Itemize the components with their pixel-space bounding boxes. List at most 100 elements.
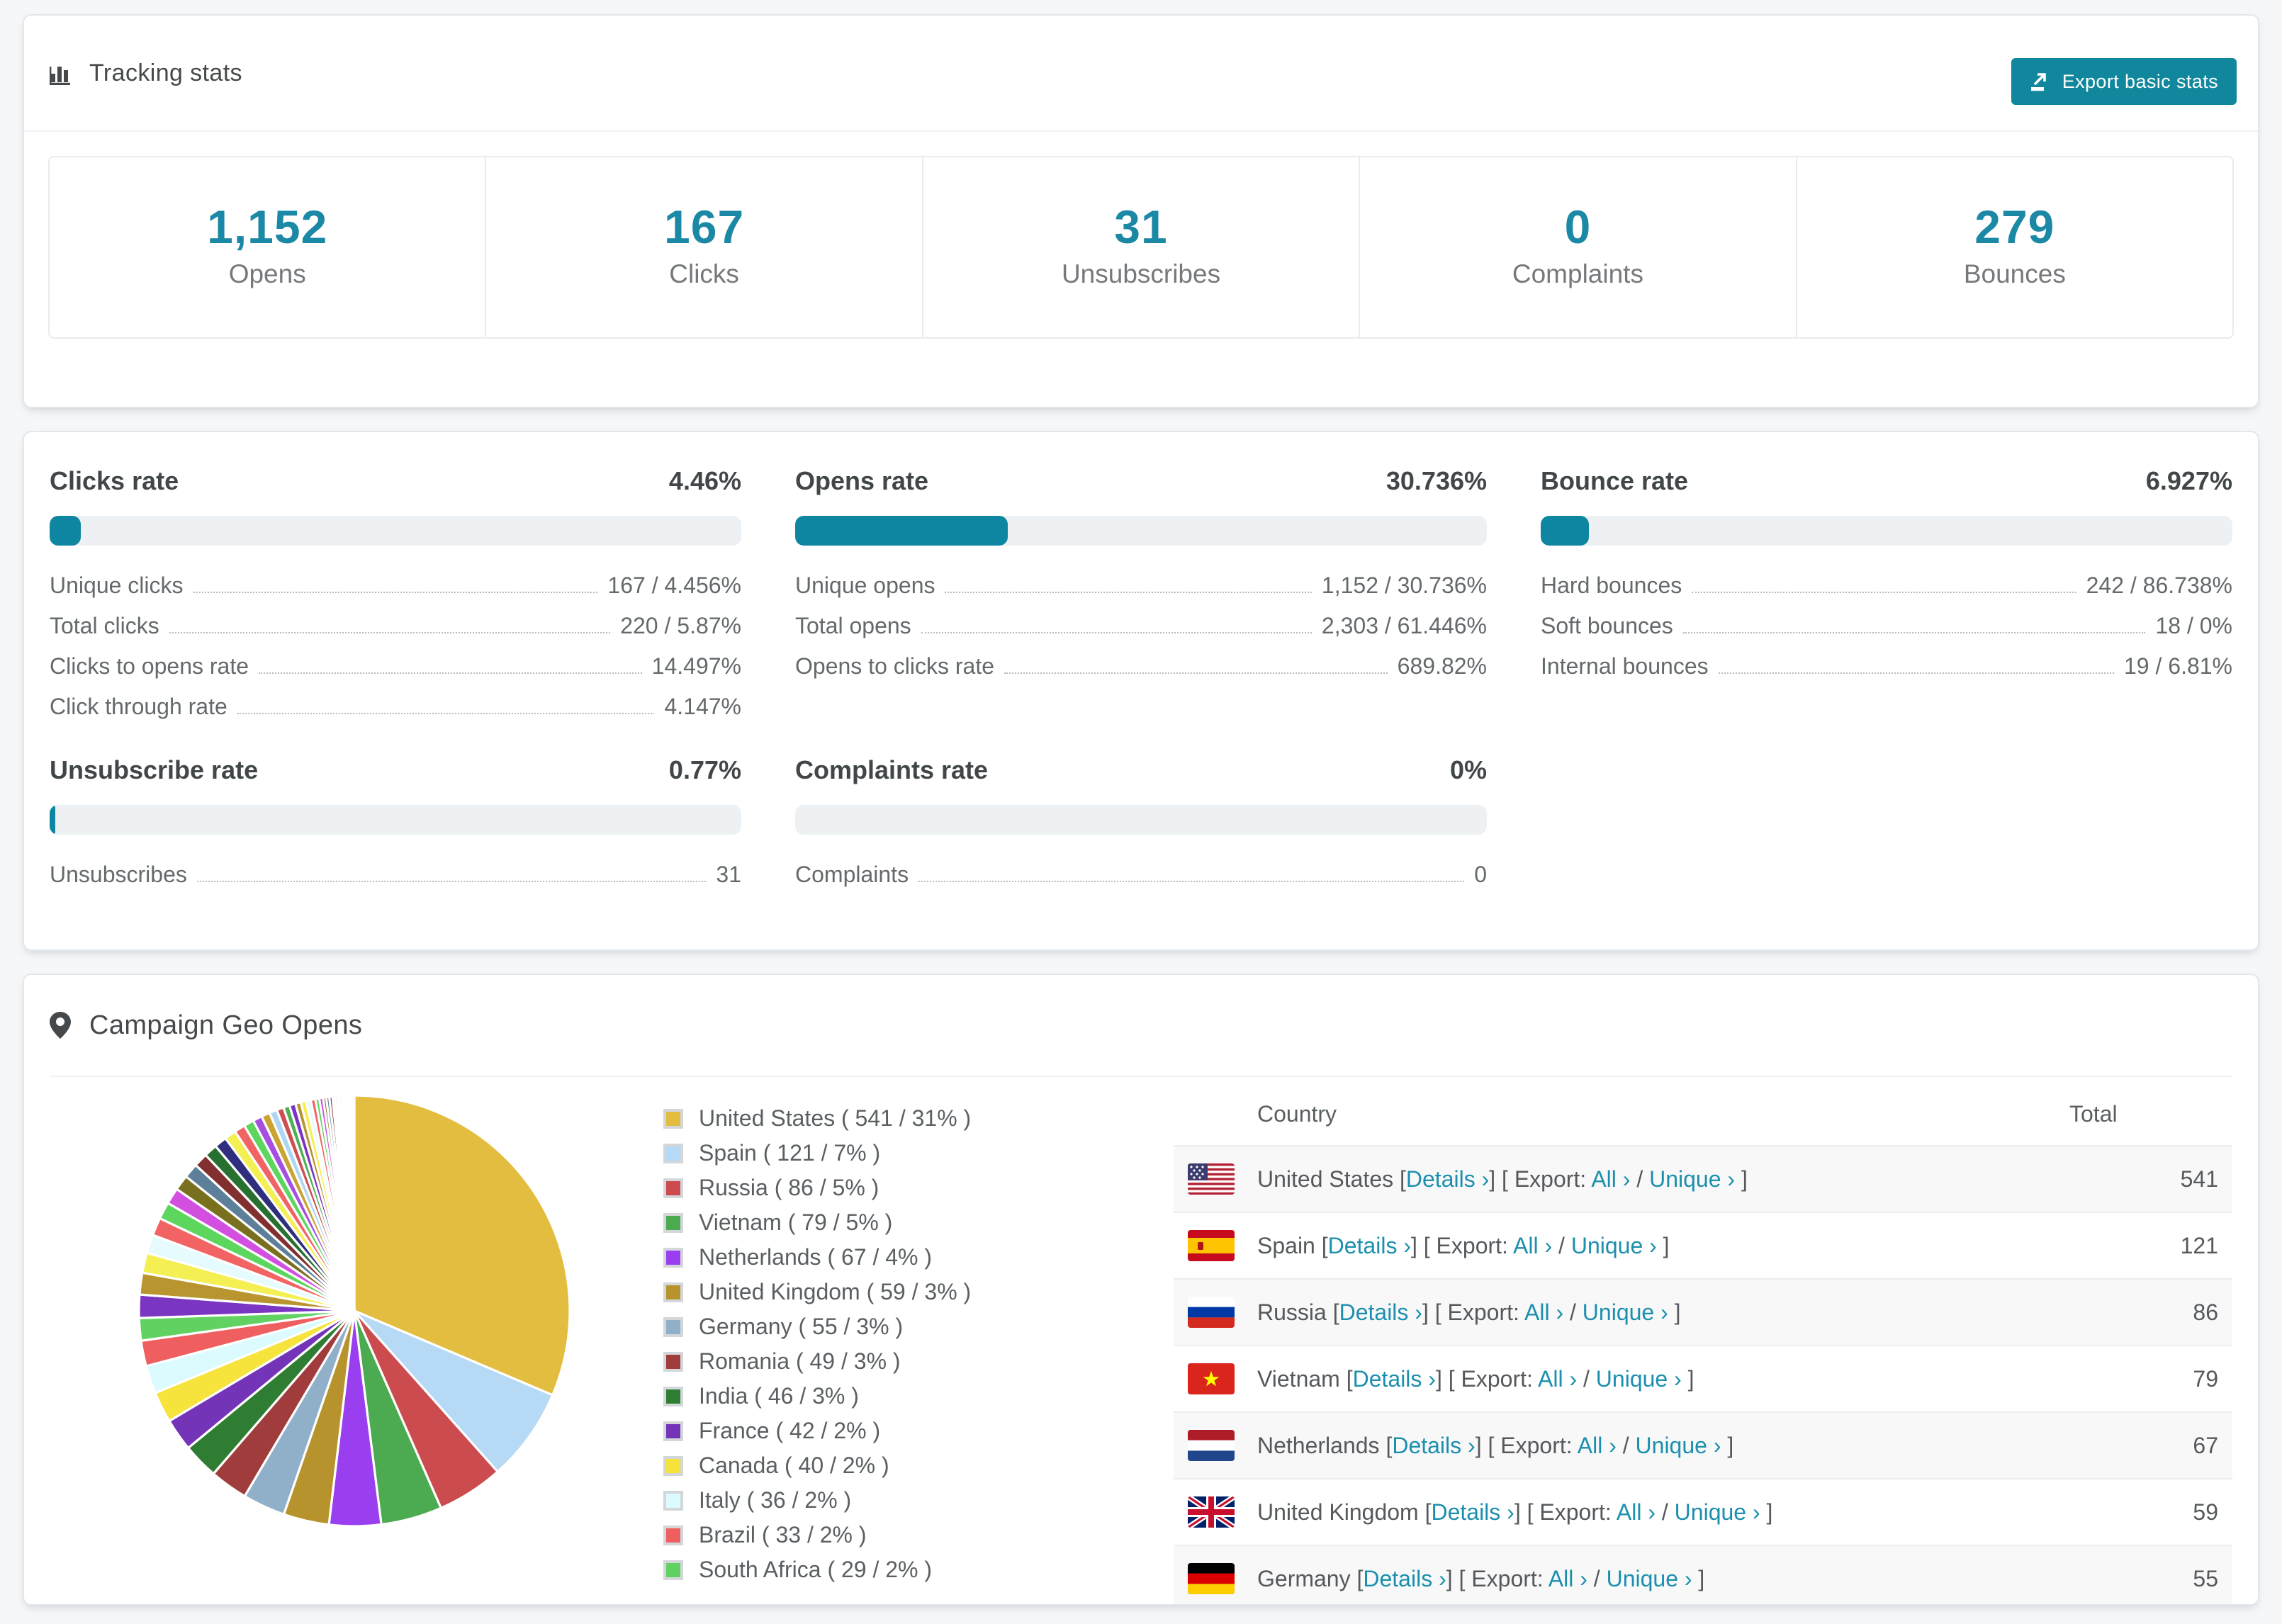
details-link[interactable]: Details › xyxy=(1431,1499,1514,1525)
country-total: 86 xyxy=(2193,1299,2218,1325)
rate-detail-row: Soft bounces 18 / 0% xyxy=(1541,613,2232,639)
rate-progress-bar xyxy=(50,805,741,835)
rate-detail-row: Unique clicks 167 / 4.456% xyxy=(50,573,741,599)
details-link[interactable]: Details › xyxy=(1392,1433,1475,1458)
rate-progress-bar xyxy=(1541,516,2232,546)
export-icon xyxy=(2030,71,2051,92)
rate-details: Unsubscribes 31 xyxy=(50,862,741,888)
dotted-leader xyxy=(921,632,1312,633)
stat-label: Bounces xyxy=(1963,259,2066,288)
export-all-link[interactable]: All › xyxy=(1538,1366,1577,1392)
export-unique-link[interactable]: Unique › xyxy=(1675,1499,1760,1525)
dashboard-page: Tracking stats Export basic stats 1,152 … xyxy=(0,0,2282,1624)
stat-box: 279 Bounces xyxy=(1797,157,2232,337)
country-flag-icon xyxy=(1188,1230,1235,1261)
export-unique-link[interactable]: Unique › xyxy=(1596,1366,1682,1392)
geo-table-row: Germany [Details ›] [ Export: All › / Un… xyxy=(1174,1545,2232,1604)
rate-progress-fill xyxy=(1541,516,1589,546)
rate-value: 4.46% xyxy=(668,466,741,495)
legend-label: Italy ( 36 / 2% ) xyxy=(699,1487,852,1513)
stat-value: 279 xyxy=(1974,201,2055,253)
rate-block: Complaints rate 0% Complaints 0 xyxy=(795,755,1487,888)
legend-swatch xyxy=(663,1316,683,1337)
rate-detail-row: Opens to clicks rate 689.82% xyxy=(795,653,1487,680)
details-link[interactable]: Details › xyxy=(1353,1366,1436,1392)
tracking-stats-card: Tracking stats Export basic stats 1,152 … xyxy=(23,14,2259,408)
export-label: Export: xyxy=(1471,1565,1548,1591)
country-cell: Germany [Details ›] [ Export: All › / Un… xyxy=(1257,1565,1705,1591)
geo-table-header: Country Total xyxy=(1174,1083,2232,1145)
detail-label: Opens to clicks rate xyxy=(795,653,994,679)
country-cell: Netherlands [Details ›] [ Export: All › … xyxy=(1257,1432,1734,1458)
rates-card: Clicks rate 4.46% Unique clicks 167 / 4.… xyxy=(23,431,2259,951)
export-all-link[interactable]: All › xyxy=(1548,1566,1587,1591)
country-total: 59 xyxy=(2193,1499,2218,1525)
rate-detail-row: Total clicks 220 / 5.87% xyxy=(50,613,741,639)
rate-value: 0.77% xyxy=(668,755,741,784)
export-basic-stats-button[interactable]: Export basic stats xyxy=(2011,58,2237,105)
rate-title: Complaints rate xyxy=(795,755,989,784)
detail-label: Total clicks xyxy=(50,613,159,638)
geo-table-row: Vietnam [Details ›] [ Export: All › / Un… xyxy=(1174,1345,2232,1411)
page-title: Tracking stats xyxy=(89,59,242,86)
dotted-leader xyxy=(1718,672,2114,674)
country-column-header: Country xyxy=(1257,1100,1337,1127)
export-all-link[interactable]: All › xyxy=(1578,1433,1617,1458)
legend-label: Brazil ( 33 / 2% ) xyxy=(699,1522,867,1547)
legend-label: France ( 42 / 2% ) xyxy=(699,1418,881,1443)
stat-label: Clicks xyxy=(669,259,739,288)
export-unique-link[interactable]: Unique › xyxy=(1583,1299,1668,1325)
details-link[interactable]: Details › xyxy=(1328,1233,1411,1258)
rate-details: Hard bounces 242 / 86.738% Soft bounces … xyxy=(1541,573,2232,680)
legend-item: Vietnam ( 79 / 5% ) xyxy=(663,1209,1089,1236)
country-cell: Vietnam [Details ›] [ Export: All › / Un… xyxy=(1257,1365,1694,1392)
rate-details: Unique opens 1,152 / 30.736% Total opens… xyxy=(795,573,1487,680)
legend-item: Italy ( 36 / 2% ) xyxy=(663,1487,1089,1513)
rate-detail-row: Clicks to opens rate 14.497% xyxy=(50,653,741,680)
export-all-link[interactable]: All › xyxy=(1591,1166,1630,1192)
details-link[interactable]: Details › xyxy=(1339,1299,1422,1325)
geo-table-row: Russia [Details ›] [ Export: All › / Uni… xyxy=(1174,1278,2232,1345)
country-cell: Russia [Details ›] [ Export: All › / Uni… xyxy=(1257,1299,1681,1325)
export-unique-link[interactable]: Unique › xyxy=(1636,1433,1721,1458)
tracking-stats-header: Tracking stats xyxy=(24,16,2258,132)
rate-block: Clicks rate 4.46% Unique clicks 167 / 4.… xyxy=(50,466,741,720)
legend-label: United Kingdom ( 59 / 3% ) xyxy=(699,1279,972,1304)
dotted-leader xyxy=(1682,632,2146,633)
detail-value: 0 xyxy=(1474,862,1487,887)
details-link[interactable]: Details › xyxy=(1406,1166,1489,1192)
legend-swatch xyxy=(663,1178,683,1198)
export-all-link[interactable]: All › xyxy=(1513,1233,1552,1258)
geo-pie-chart xyxy=(50,1083,574,1604)
export-all-link[interactable]: All › xyxy=(1617,1499,1656,1525)
country-cell: United Kingdom [Details ›] [ Export: All… xyxy=(1257,1499,1773,1525)
campaign-geo-opens-card: Campaign Geo Opens United States ( 541 /… xyxy=(23,974,2259,1606)
detail-label: Click through rate xyxy=(50,694,227,719)
detail-label: Unsubscribes xyxy=(50,862,187,887)
detail-value: 1,152 / 30.736% xyxy=(1321,573,1487,598)
stat-label: Opens xyxy=(228,259,306,288)
detail-value: 2,303 / 61.446% xyxy=(1321,613,1487,638)
export-all-link[interactable]: All › xyxy=(1524,1299,1563,1325)
legend-item: Romania ( 49 / 3% ) xyxy=(663,1348,1089,1375)
detail-label: Unique opens xyxy=(795,573,935,598)
detail-value: 220 / 5.87% xyxy=(620,613,741,638)
detail-value: 4.147% xyxy=(664,694,741,719)
country-name: United States xyxy=(1257,1166,1394,1192)
country-flag-icon xyxy=(1188,1430,1235,1461)
geo-section-title: Campaign Geo Opens xyxy=(89,1010,363,1040)
dotted-leader xyxy=(169,632,611,633)
stat-value: 31 xyxy=(1114,201,1168,253)
legend-swatch xyxy=(663,1455,683,1476)
export-unique-link[interactable]: Unique › xyxy=(1571,1233,1657,1258)
export-unique-link[interactable]: Unique › xyxy=(1607,1566,1692,1591)
export-unique-link[interactable]: Unique › xyxy=(1649,1166,1735,1192)
dotted-leader xyxy=(237,713,655,714)
legend-item: United States ( 541 / 31% ) xyxy=(663,1105,1089,1132)
rate-value: 0% xyxy=(1449,755,1487,784)
dotted-leader xyxy=(918,881,1465,882)
country-flag-icon xyxy=(1188,1163,1235,1195)
country-name: United Kingdom xyxy=(1257,1499,1419,1525)
detail-value: 167 / 4.456% xyxy=(607,573,741,598)
details-link[interactable]: Details › xyxy=(1363,1566,1446,1591)
